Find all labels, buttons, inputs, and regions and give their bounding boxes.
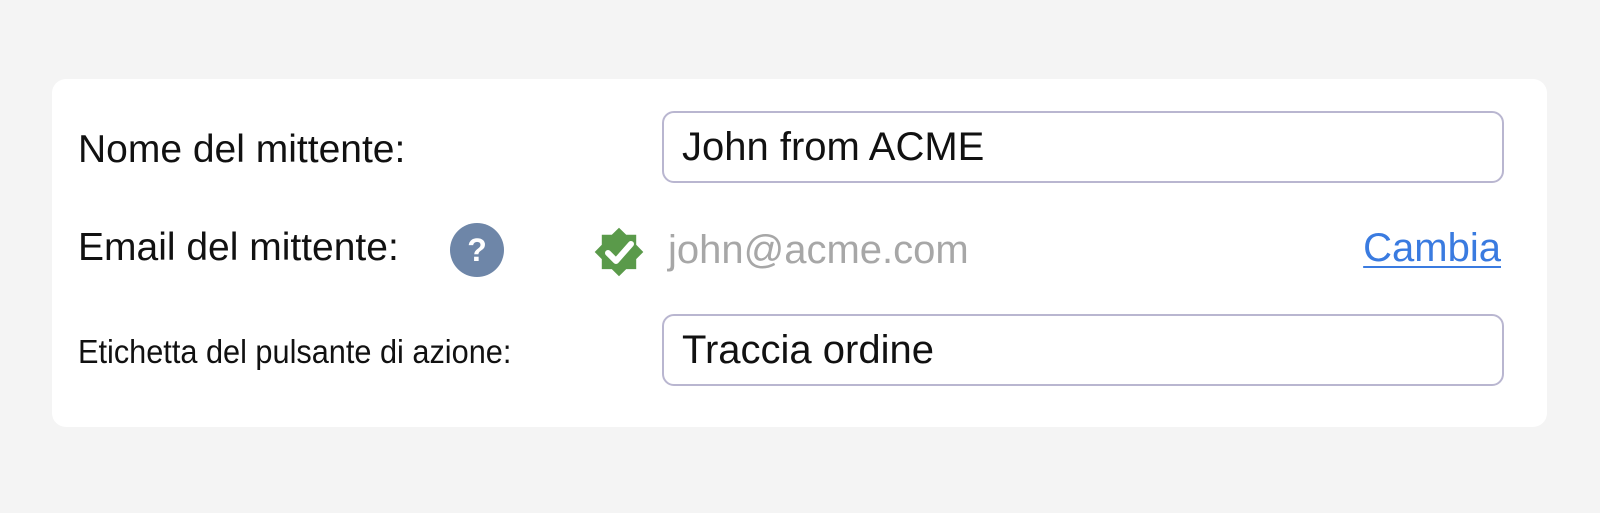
- sender-name-label: Nome del mittente:: [78, 128, 406, 171]
- sender-name-input[interactable]: [662, 111, 1504, 183]
- sender-email-value: john@acme.com: [668, 228, 969, 272]
- sender-settings-card: Nome del mittente: Email del mittente: ?…: [52, 79, 1547, 427]
- question-mark-icon[interactable]: ?: [450, 223, 504, 277]
- sender-email-label: Email del mittente:: [78, 226, 399, 269]
- verified-check-badge-icon: [594, 227, 644, 277]
- action-button-label-input[interactable]: [662, 314, 1504, 386]
- action-button-label-label: Etichetta del pulsante di azione:: [78, 333, 512, 370]
- change-email-link[interactable]: Cambia: [1363, 224, 1501, 272]
